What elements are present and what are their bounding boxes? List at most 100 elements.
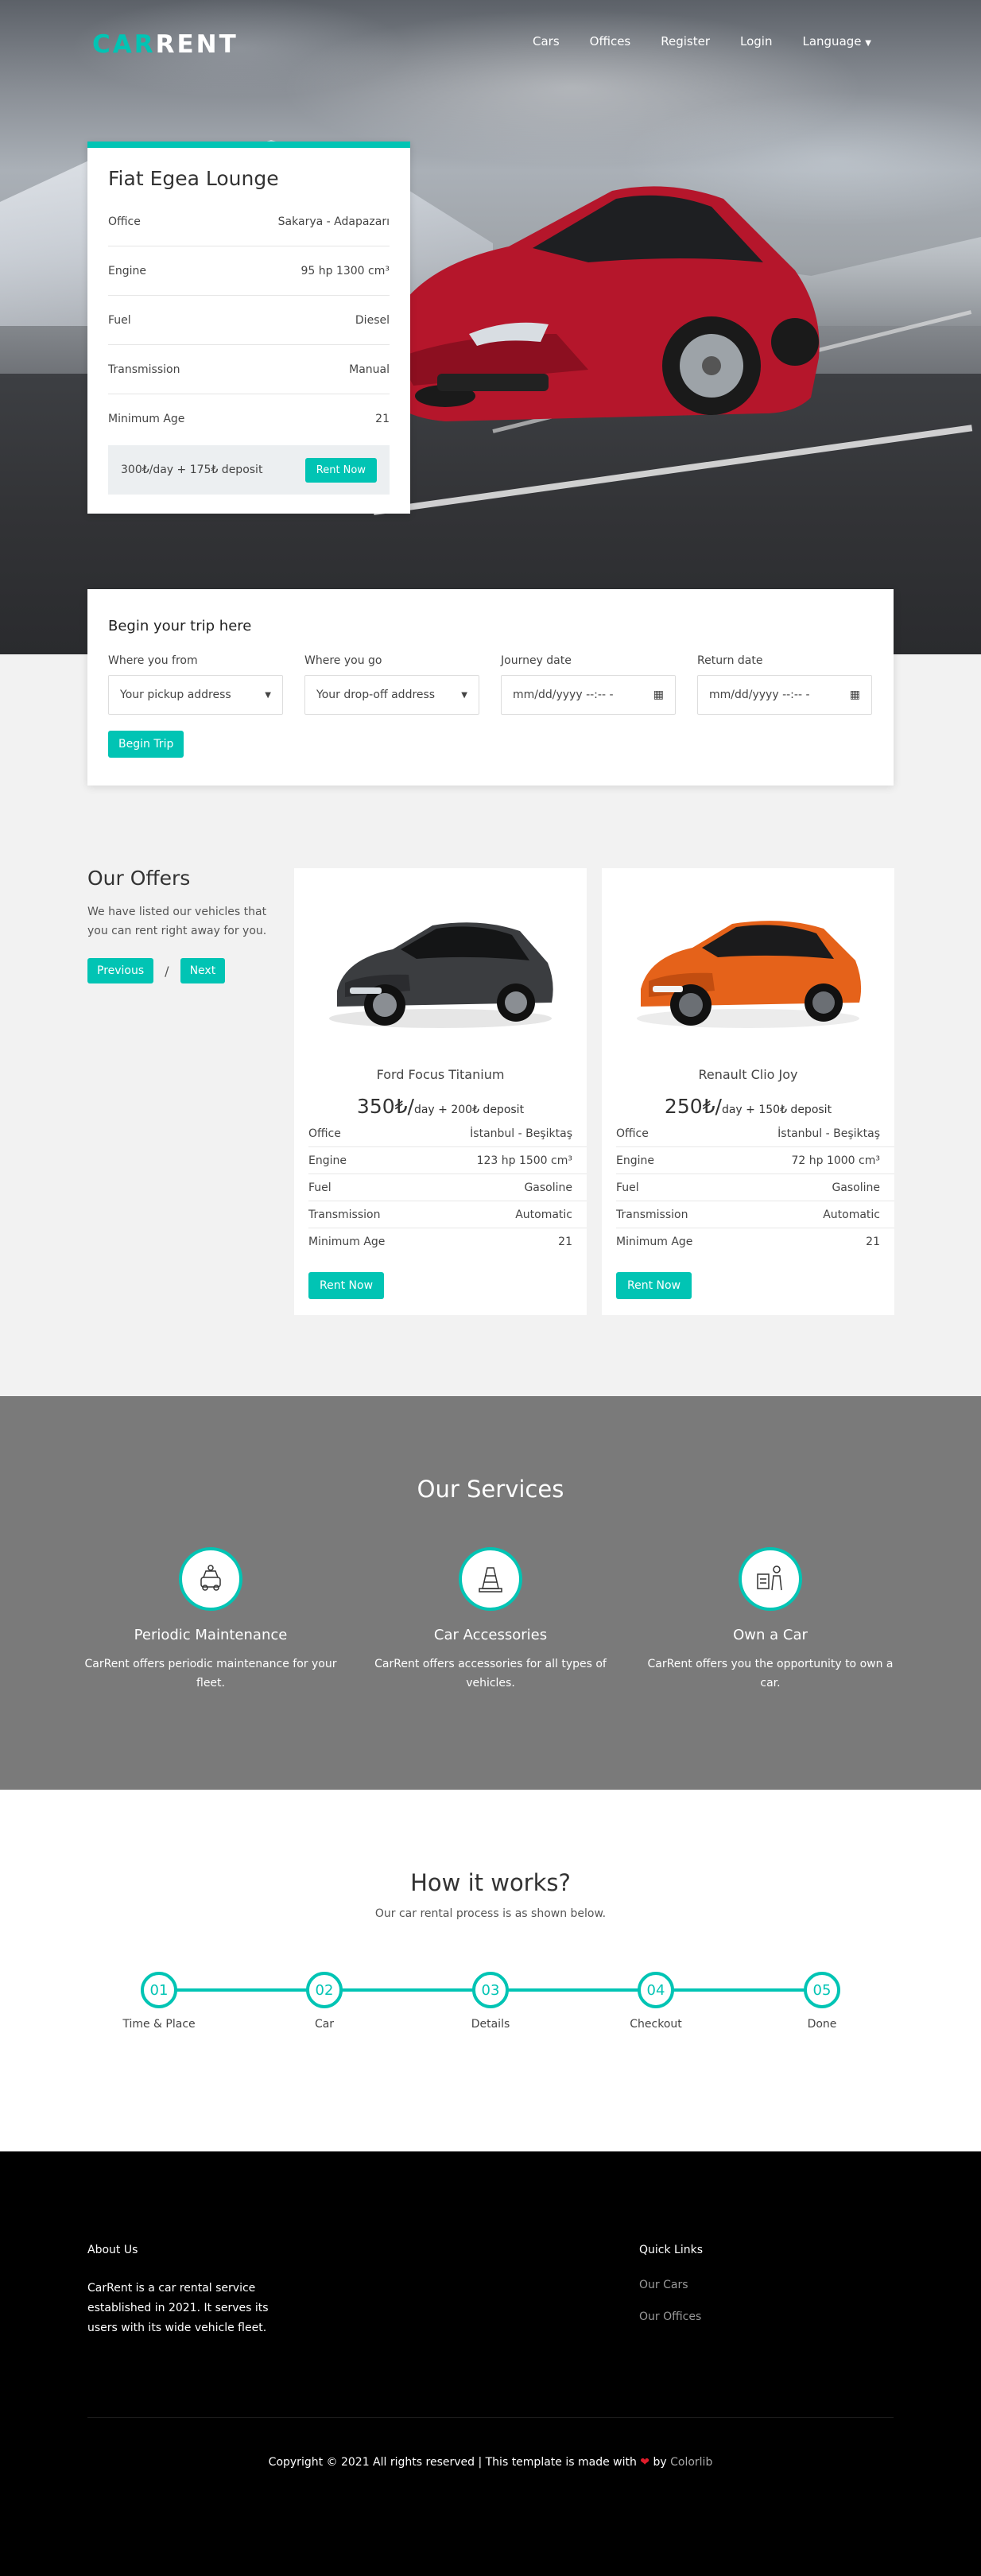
step-number: 05 bbox=[804, 1972, 840, 2008]
nav-item-register[interactable]: Register bbox=[661, 34, 710, 48]
hero-section: CARRENT Cars Offices Register Login Lang… bbox=[0, 0, 981, 654]
footer-link-our-offices[interactable]: Our Offices bbox=[639, 2310, 703, 2323]
return-date-field: Return date mm/dd/yyyy --:-- - ▦ bbox=[697, 654, 872, 715]
spec-row-fuel: Fuel Diesel bbox=[108, 296, 390, 345]
search-title: Begin your trip here bbox=[108, 618, 252, 634]
step-item: 01 Time & Place bbox=[103, 1972, 215, 2031]
service-text: CarRent offers accessories for all types… bbox=[374, 1658, 607, 1690]
step-label: Time & Place bbox=[122, 2018, 196, 2031]
offers-title: Our Offers bbox=[87, 867, 191, 890]
offer-price: 250₺/day + 150₺ deposit bbox=[664, 1095, 832, 1118]
pickup-field: Where you from Your pickup address ▼ bbox=[108, 654, 283, 715]
how-title: How it works? bbox=[410, 1869, 571, 1896]
calendar-icon[interactable]: ▦ bbox=[653, 689, 664, 701]
how-it-works-section: How it works? Our car rental process is … bbox=[0, 1790, 981, 2151]
footer-links-title: Quick Links bbox=[639, 2244, 704, 2256]
navbar: CARRENT Cars Offices Register Login Lang… bbox=[0, 0, 981, 80]
journey-date-field: Journey date mm/dd/yyyy --:-- - ▦ bbox=[501, 654, 676, 715]
step-number: 02 bbox=[306, 1972, 343, 2008]
step-number: 01 bbox=[141, 1972, 177, 2008]
offer-spec-row: Fuel Gasoline bbox=[308, 1174, 587, 1201]
featured-price-box: 300₺/day + 175₺ deposit Rent Now bbox=[108, 445, 390, 495]
colorlib-link[interactable]: Colorlib bbox=[670, 2456, 712, 2469]
chevron-down-icon: ▼ bbox=[461, 690, 467, 700]
footer-about-text: CarRent is a car rental service establis… bbox=[87, 2282, 269, 2334]
offer-spec-row: Engine 123 hp 1500 cm³ bbox=[308, 1147, 587, 1174]
service-title: Car Accessories bbox=[433, 1627, 548, 1643]
offer-car-name: Renault Clio Joy bbox=[698, 1067, 798, 1082]
footer-divider bbox=[87, 2417, 894, 2418]
chevron-down-icon: ▼ bbox=[265, 690, 271, 700]
step-number: 04 bbox=[638, 1972, 674, 2008]
nav-item-offices[interactable]: Offices bbox=[590, 34, 631, 48]
offer-spec-row: Engine 72 hp 1000 cm³ bbox=[616, 1147, 894, 1174]
rent-now-button[interactable]: Rent Now bbox=[616, 1272, 692, 1299]
featured-car-card: Fiat Egea Lounge Office Sakarya - Adapaza… bbox=[87, 142, 410, 514]
return-date-input[interactable]: mm/dd/yyyy --:-- - ▦ bbox=[697, 675, 872, 715]
step-label: Checkout bbox=[630, 2018, 682, 2031]
next-button[interactable]: Next bbox=[180, 958, 226, 983]
footer-about-title: About Us bbox=[87, 2244, 138, 2256]
trip-search-form: Begin your trip here Where you from Your… bbox=[87, 589, 894, 786]
spec-row-engine: Engine 95 hp 1300 cm³ bbox=[108, 246, 390, 296]
dropoff-field: Where you go Your drop-off address ▼ bbox=[304, 654, 479, 715]
offer-spec-row: Office İstanbul - Beşiktaş bbox=[308, 1120, 587, 1147]
caret-down-icon: ▼ bbox=[865, 39, 871, 48]
step-label: Done bbox=[807, 2018, 837, 2031]
offer-spec-row: Transmission Automatic bbox=[308, 1201, 587, 1228]
step-label: Car bbox=[314, 2018, 335, 2031]
person-car-icon bbox=[739, 1547, 802, 1611]
car-image-renault-clio bbox=[637, 921, 862, 1028]
nav-item-language[interactable]: Language ▼ bbox=[802, 34, 871, 48]
featured-price-text: 300₺/day + 175₺ deposit bbox=[121, 464, 263, 476]
offers-intro: Our Offers We have listed our vehicles t… bbox=[87, 867, 278, 983]
service-text: CarRent offers periodic maintenance for … bbox=[84, 1658, 337, 1690]
copyright: Copyright © 2021 All rights reserved | T… bbox=[268, 2456, 713, 2469]
hero-car-image bbox=[382, 186, 820, 421]
spec-row-transmission: Transmission Manual bbox=[108, 345, 390, 394]
offer-card: Renault Clio Joy 250₺/day + 150₺ deposit… bbox=[602, 868, 894, 1315]
offer-spec-row: Minimum Age 21 bbox=[308, 1236, 572, 1248]
step-item: 04 Checkout bbox=[600, 1972, 712, 2031]
service-title: Periodic Maintenance bbox=[134, 1627, 288, 1643]
traffic-cone-icon bbox=[459, 1547, 522, 1611]
footer: About Us CarRent is a car rental service… bbox=[0, 2151, 981, 2576]
service-item: Periodic Maintenance CarRent offers peri… bbox=[79, 1547, 342, 1693]
service-text: CarRent offers you the opportunity to ow… bbox=[647, 1658, 894, 1690]
offers-description: We have listed our vehicles that you can… bbox=[87, 906, 267, 937]
step-item: 02 Car bbox=[269, 1972, 380, 2031]
step-label: Details bbox=[471, 2018, 510, 2031]
dropoff-select[interactable]: Your drop-off address ▼ bbox=[304, 675, 479, 715]
footer-quick-links: Quick Links Our Cars Our Offices bbox=[639, 2244, 703, 2323]
journey-date-input[interactable]: mm/dd/yyyy --:-- - ▦ bbox=[501, 675, 676, 715]
services-title: Our Services bbox=[417, 1476, 564, 1503]
calendar-icon[interactable]: ▦ bbox=[850, 689, 860, 701]
offer-spec-row: Transmission Automatic bbox=[616, 1201, 894, 1228]
spec-row-minimum-age: Minimum Age 21 bbox=[108, 413, 390, 425]
car-image-ford-focus bbox=[329, 922, 553, 1028]
offers-pagination: Previous / Next bbox=[87, 958, 278, 983]
step-item: 03 Details bbox=[435, 1972, 546, 2031]
offer-card: Ford Focus Titanium 350₺/day + 200₺ depo… bbox=[294, 868, 587, 1315]
step-number: 03 bbox=[472, 1972, 509, 2008]
begin-trip-button[interactable]: Begin Trip bbox=[108, 731, 184, 758]
footer-link-our-cars[interactable]: Our Cars bbox=[639, 2279, 703, 2291]
services-section: Our Services Periodic Maintenance CarRen… bbox=[0, 1396, 981, 1790]
service-item: Own a Car CarRent offers you the opportu… bbox=[639, 1547, 902, 1693]
pickup-select[interactable]: Your pickup address ▼ bbox=[108, 675, 283, 715]
nav-links: Cars Offices Register Login Language ▼ bbox=[533, 34, 871, 48]
spec-row-office: Office Sakarya - Adapazarı bbox=[108, 197, 390, 246]
service-item: Car Accessories CarRent offers accessori… bbox=[359, 1547, 622, 1693]
brand-logo[interactable]: CARRENT bbox=[92, 30, 238, 59]
featured-car-title: Fiat Egea Lounge bbox=[108, 167, 279, 190]
offer-car-name: Ford Focus Titanium bbox=[376, 1067, 505, 1082]
offer-spec-row: Office İstanbul - Beşiktaş bbox=[616, 1120, 894, 1147]
nav-item-login[interactable]: Login bbox=[740, 34, 772, 48]
step-item: 05 Done bbox=[766, 1972, 878, 2031]
nav-item-cars[interactable]: Cars bbox=[533, 34, 560, 48]
rent-now-button[interactable]: Rent Now bbox=[304, 457, 377, 483]
rent-now-button[interactable]: Rent Now bbox=[308, 1272, 385, 1299]
car-maintenance-icon bbox=[179, 1547, 242, 1611]
service-title: Own a Car bbox=[733, 1627, 808, 1643]
previous-button[interactable]: Previous bbox=[87, 958, 154, 983]
